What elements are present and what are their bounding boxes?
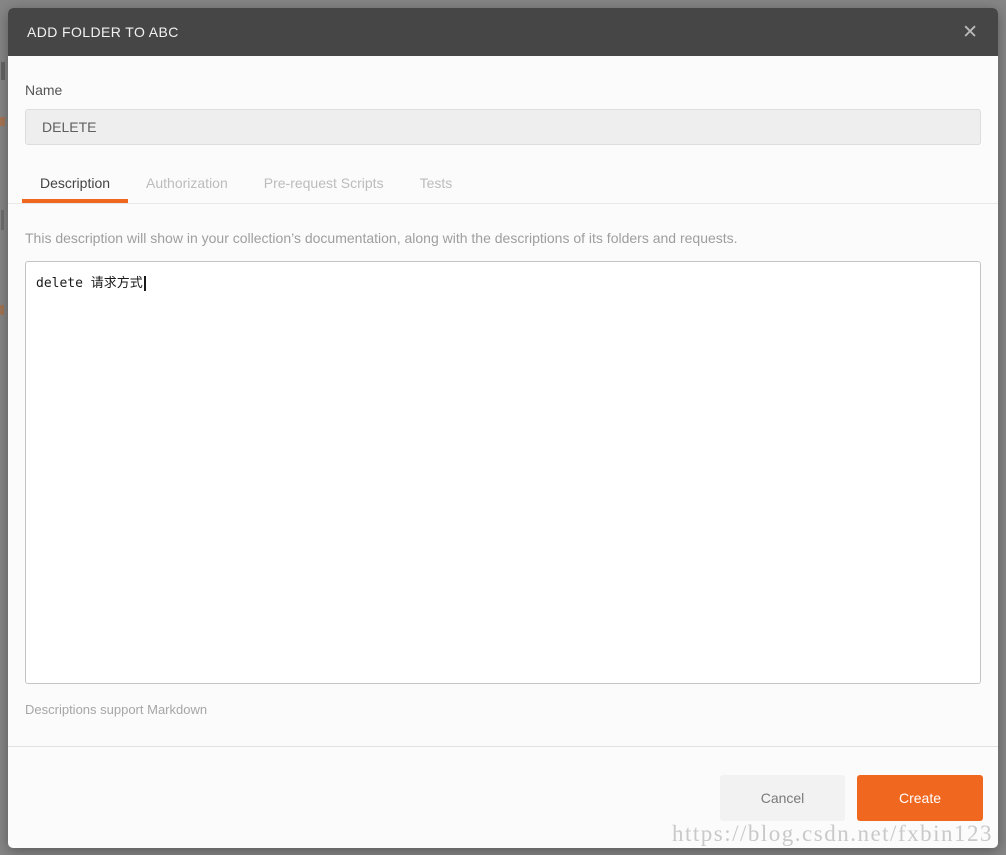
markdown-footnote: Descriptions support Markdown bbox=[25, 702, 981, 717]
background-app-fragment bbox=[1, 62, 5, 80]
folder-name-input[interactable] bbox=[25, 109, 981, 145]
create-button[interactable]: Create bbox=[857, 775, 983, 821]
tab-pre-request-scripts[interactable]: Pre-request Scripts bbox=[246, 167, 402, 203]
dialog-header: ADD FOLDER TO ABC ✕ bbox=[8, 8, 998, 56]
cancel-button[interactable]: Cancel bbox=[720, 775, 845, 821]
close-icon[interactable]: ✕ bbox=[958, 21, 982, 44]
add-folder-dialog: ADD FOLDER TO ABC ✕ Name Description Aut… bbox=[8, 8, 998, 848]
tab-tests[interactable]: Tests bbox=[402, 167, 471, 203]
background-app-fragment bbox=[0, 117, 5, 126]
background-app-fragment bbox=[1, 210, 4, 230]
text-caret bbox=[144, 276, 146, 291]
description-textarea[interactable]: delete 请求方式 bbox=[25, 261, 981, 684]
background-app-fragment bbox=[0, 305, 4, 315]
tab-authorization[interactable]: Authorization bbox=[128, 167, 246, 203]
description-panel: This description will show in your colle… bbox=[8, 204, 998, 717]
dialog-title: ADD FOLDER TO ABC bbox=[27, 24, 179, 40]
description-hint: This description will show in your colle… bbox=[25, 230, 981, 246]
name-label: Name bbox=[25, 82, 981, 98]
name-section: Name bbox=[8, 56, 998, 145]
tab-description[interactable]: Description bbox=[22, 167, 128, 203]
dialog-footer: Cancel Create bbox=[8, 747, 998, 821]
dialog-tabs: Description Authorization Pre-request Sc… bbox=[8, 167, 998, 204]
description-text: delete 请求方式 bbox=[36, 276, 143, 291]
